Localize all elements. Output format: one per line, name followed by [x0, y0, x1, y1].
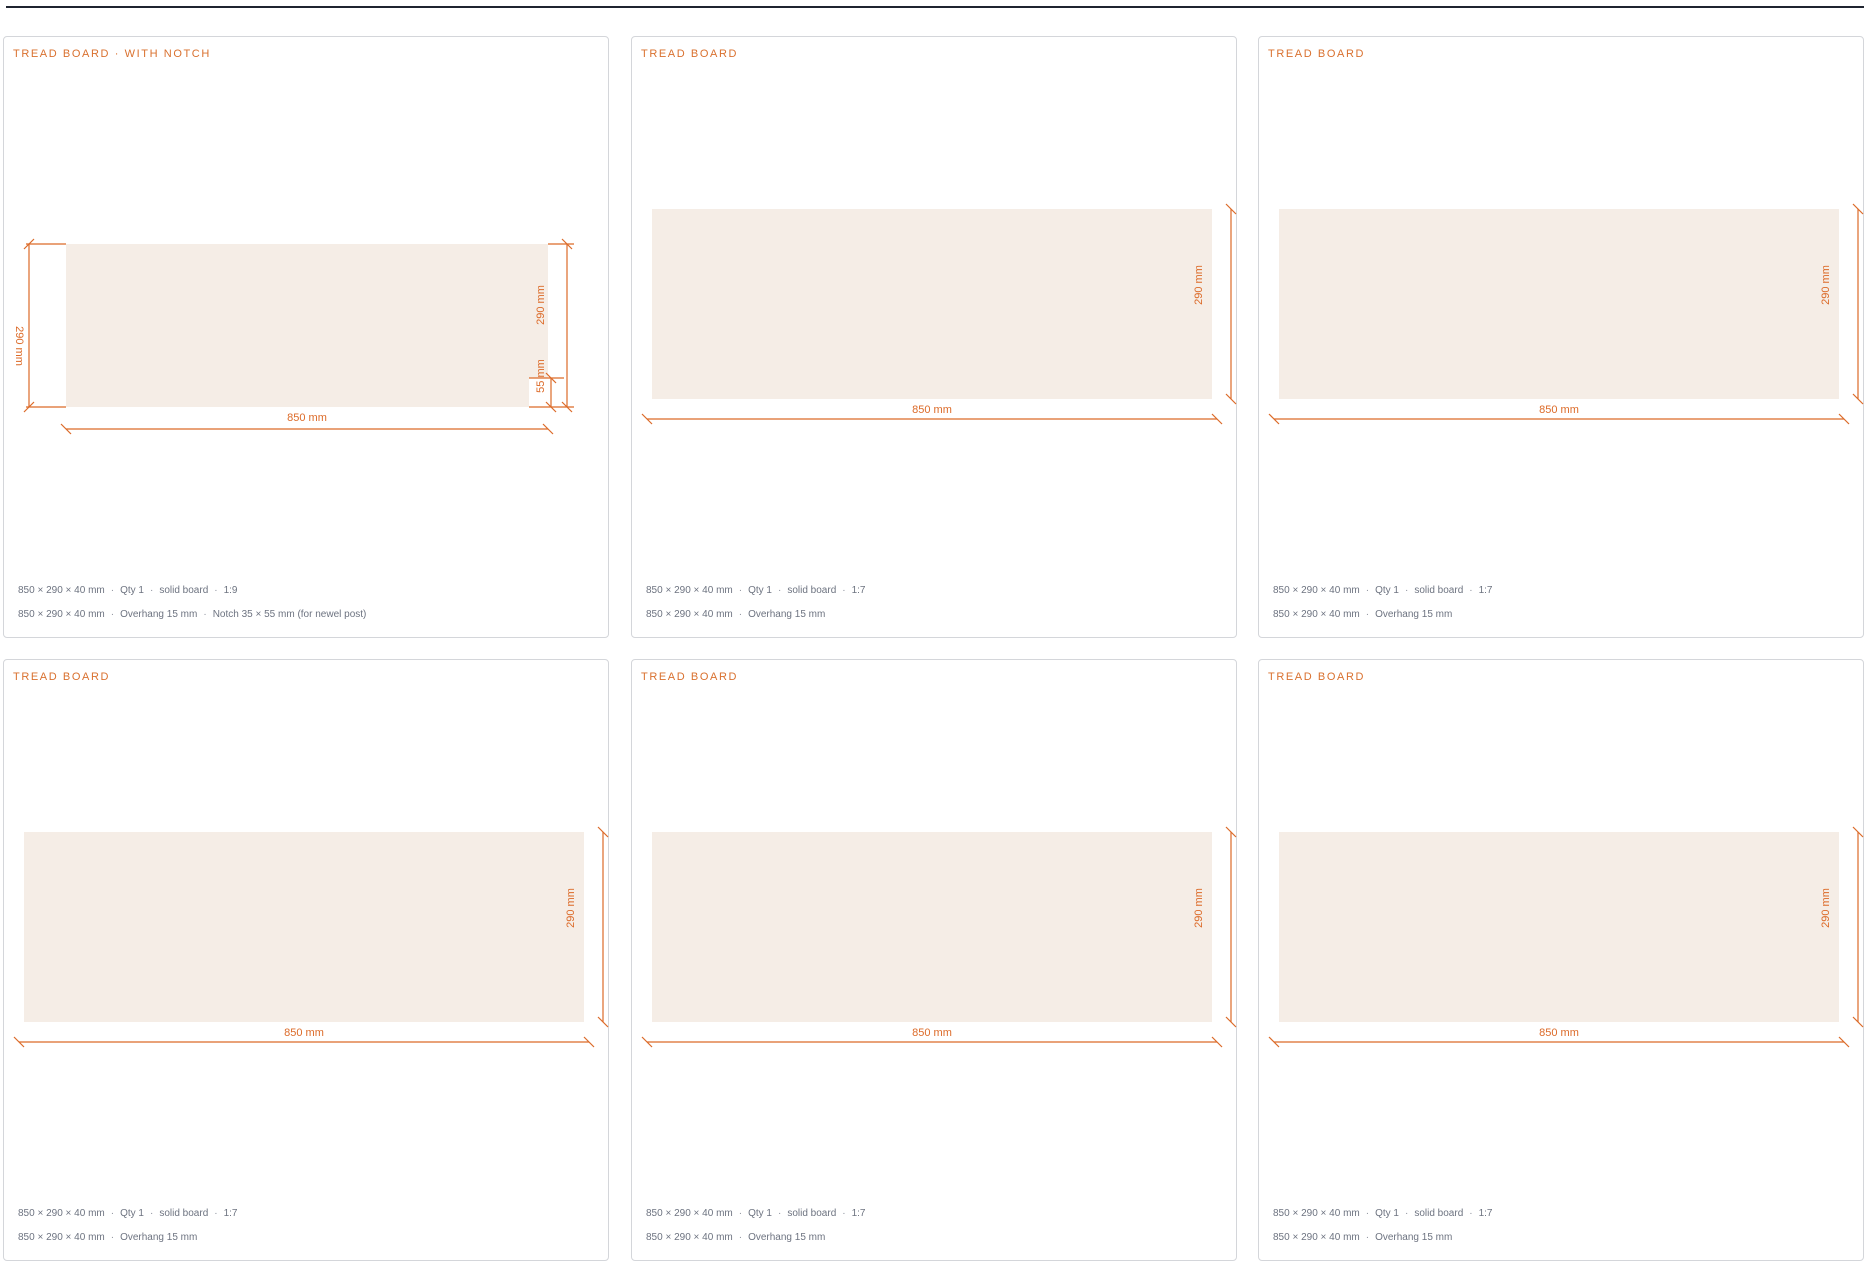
detail-line: 850 × 290 × 40 mm · Overhang 15 mm	[646, 609, 826, 620]
board-outline	[24, 832, 584, 1022]
notch-label: 55 mm	[535, 359, 547, 393]
width-label: 850 mm	[287, 412, 327, 424]
height-label: 290 mm	[1820, 888, 1832, 928]
width-label: 850 mm	[912, 1027, 952, 1039]
tread-drawing: 290 mm 850 mm	[641, 203, 1237, 425]
detail-line: 850 × 290 × 40 mm · Overhang 15 mm · Notch 3…	[18, 609, 367, 620]
tread-drawing: 290 mm 850 mm	[641, 826, 1237, 1048]
spec-line: 850 × 290 × 40 mm · Qty 1 · solid board · 1:7	[646, 1208, 866, 1219]
width-label: 850 mm	[1539, 1027, 1579, 1039]
panel-tread-3[interactable]: TREAD BOARD 290 mm 850 mm 850 × 290 × 40…	[1258, 36, 1864, 638]
tread-drawing: 290 mm 850 mm	[13, 826, 609, 1048]
spec-line: 850 × 290 × 40 mm · Qty 1 · solid board · 1:7	[1273, 585, 1493, 596]
height-label: 290 mm	[565, 888, 577, 928]
detail-line: 850 × 290 × 40 mm · Overhang 15 mm	[1273, 1232, 1453, 1243]
height-label: 290 mm	[1820, 265, 1832, 305]
detail-line: 850 × 290 × 40 mm · Overhang 15 mm	[646, 1232, 826, 1243]
panel-tread-notch[interactable]: TREAD BOARD · WITH NOTCH 290 mm 290 mm 5…	[3, 36, 609, 638]
panel-tread-4[interactable]: TREAD BOARD 290 mm 850 mm 850 × 290 × 40…	[3, 659, 609, 1261]
width-label: 850 mm	[1539, 404, 1579, 416]
panel-tread-5[interactable]: TREAD BOARD 290 mm 850 mm 850 × 290 × 40…	[631, 659, 1237, 1261]
spec-line: 850 × 290 × 40 mm · Qty 1 · solid board · 1:7	[1273, 1208, 1493, 1219]
tread-notch-drawing: 290 mm 290 mm 55 mm 850 mm	[13, 238, 574, 435]
board-outline	[1279, 209, 1839, 399]
tread-drawing: 290 mm 850 mm	[1268, 203, 1864, 425]
height-label: 290 mm	[1193, 888, 1205, 928]
spec-line: 850 × 290 × 40 mm · Qty 1 · solid board · 1:7	[18, 1208, 238, 1219]
board-outline	[652, 832, 1212, 1022]
board-outline	[1279, 832, 1839, 1022]
width-label: 850 mm	[284, 1027, 324, 1039]
top-divider	[6, 6, 1864, 8]
detail-line: 850 × 290 × 40 mm · Overhang 15 mm	[18, 1232, 198, 1243]
right-height-label: 290 mm	[535, 285, 547, 325]
board-outline	[66, 244, 548, 407]
height-label: 290 mm	[1193, 265, 1205, 305]
panel-tread-6[interactable]: TREAD BOARD 290 mm 850 mm 850 × 290 × 40…	[1258, 659, 1864, 1261]
left-height-label: 290 mm	[13, 326, 25, 366]
width-label: 850 mm	[912, 404, 952, 416]
detail-line: 850 × 290 × 40 mm · Overhang 15 mm	[1273, 609, 1453, 620]
board-outline	[652, 209, 1212, 399]
spec-line: 850 × 290 × 40 mm · Qty 1 · solid board · 1:9	[18, 585, 238, 596]
panel-tread-2[interactable]: TREAD BOARD 290 mm 850 mm 850 × 290 × 40…	[631, 36, 1237, 638]
tread-drawing: 290 mm 850 mm	[1268, 826, 1864, 1048]
spec-line: 850 × 290 × 40 mm · Qty 1 · solid board · 1:7	[646, 585, 866, 596]
